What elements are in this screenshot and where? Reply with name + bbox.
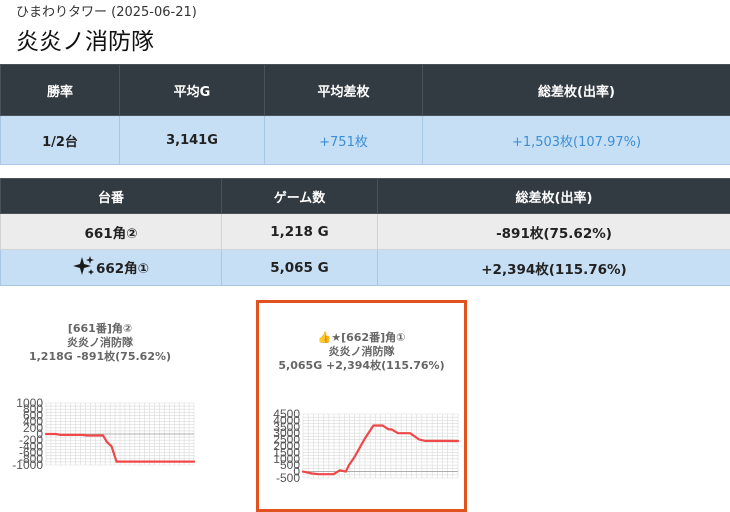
slump-chart-661: 10008006004002000-200-400-600-800-1000 — [0, 388, 200, 478]
sparkle-icon — [73, 256, 95, 280]
store-date-label: ひまわりタワー (2025-06-21) — [16, 1, 197, 20]
machine-number[interactable]: 661角② — [1, 214, 222, 250]
chart-title: 👍★[662番]角① — [259, 331, 464, 345]
avg-games-value: 3,141G — [120, 116, 265, 165]
machine-games: 1,218 G — [222, 214, 378, 250]
chart-card-662[interactable]: 👍★[662番]角① 炎炎ノ消防隊 5,065G +2,394枚(115.76%… — [256, 300, 467, 512]
column-header-avg-diff: 平均差枚 — [265, 65, 423, 116]
y-tick-label: -500 — [276, 471, 300, 485]
column-header-total-diff: 総差枚(出率) — [423, 65, 730, 116]
chart-stats: 1,218G -891枚(75.62%) — [0, 350, 200, 364]
column-header-games: ゲーム数 — [222, 179, 378, 214]
table-row[interactable]: 662角① 5,065 G +2,394枚(115.76%) — [1, 250, 730, 286]
summary-table: 勝率 平均G 平均差枚 総差枚(出率) 1/2台 3,141G +751枚 +1… — [0, 64, 730, 165]
win-rate-value: 1/2台 — [1, 116, 120, 165]
column-header-avg-games: 平均G — [120, 65, 265, 116]
summary-header-row: 勝率 平均G 平均差枚 総差枚(出率) — [1, 65, 730, 116]
avg-diff-value: +751枚 — [265, 116, 423, 165]
machine-diff: +2,394枚(115.76%) — [378, 250, 730, 286]
slump-chart-662: 450040003500300025002000150010005000-500 — [259, 401, 464, 491]
chart-card-661[interactable]: [661番]角② 炎炎ノ消防隊 1,218G -891枚(75.62%) 100… — [0, 298, 200, 498]
machine-header-row: 台番 ゲーム数 総差枚(出率) — [1, 179, 730, 214]
machine-number: 662角① — [96, 261, 149, 277]
machine-games: 5,065 G — [222, 250, 378, 286]
y-tick-label: -1000 — [12, 458, 43, 472]
total-diff-value: +1,503枚(107.97%) — [423, 116, 730, 165]
page-title: 炎炎ノ消防隊 — [16, 22, 154, 56]
chart-grid — [303, 414, 458, 478]
chart-title: [661番]角② — [0, 322, 200, 336]
machine-table: 台番 ゲーム数 総差枚(出率) 661角② 1,218 G -891枚(75.6… — [0, 178, 730, 286]
machine-diff: -891枚(75.62%) — [378, 214, 730, 250]
column-header-win-rate: 勝率 — [1, 65, 120, 116]
chart-stats: 5,065G +2,394枚(115.76%) — [259, 359, 464, 373]
chart-subtitle: 炎炎ノ消防隊 — [259, 345, 464, 359]
chart-subtitle: 炎炎ノ消防隊 — [0, 336, 200, 350]
machine-number-cell[interactable]: 662角① — [1, 250, 222, 286]
column-header-machine-number: 台番 — [1, 179, 222, 214]
summary-row: 1/2台 3,141G +751枚 +1,503枚(107.97%) — [1, 116, 730, 165]
column-header-machine-diff: 総差枚(出率) — [378, 179, 730, 214]
table-row[interactable]: 661角② 1,218 G -891枚(75.62%) — [1, 214, 730, 250]
